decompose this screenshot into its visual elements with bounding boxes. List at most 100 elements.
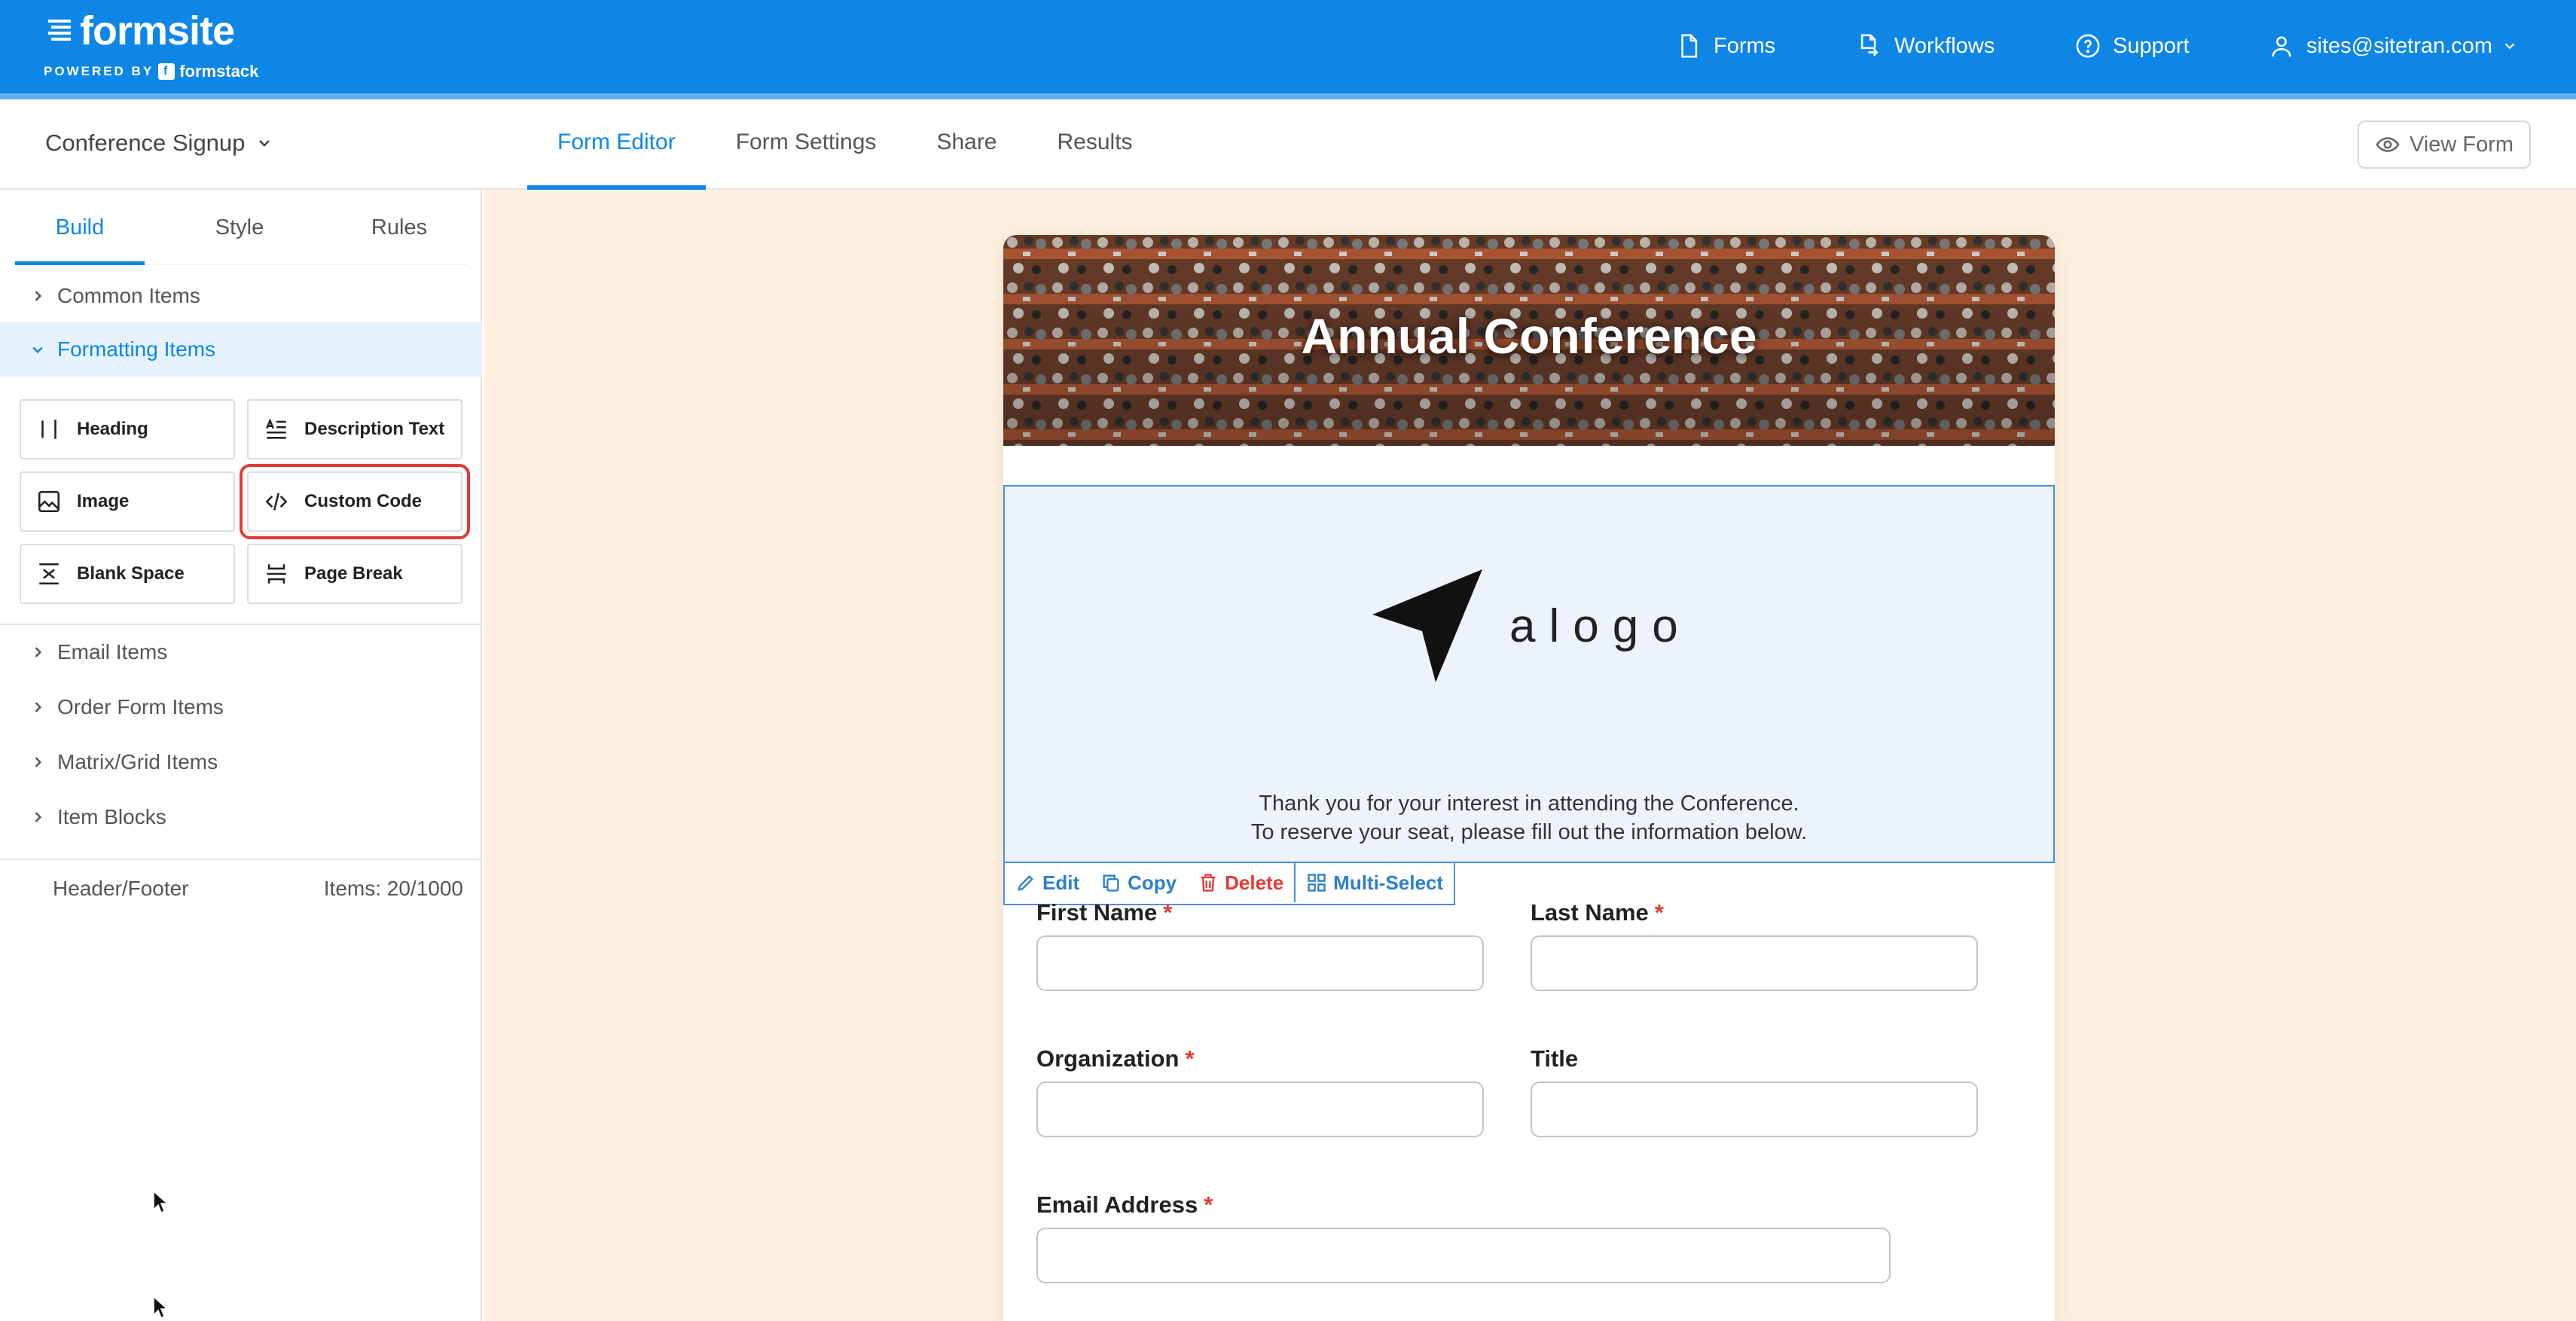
email-input[interactable] [1036,1228,1891,1283]
item-image[interactable]: Image [20,471,235,532]
nav-forms[interactable]: Forms [1676,29,1775,63]
item-label: Custom Code [304,491,422,511]
nav-support-label: Support [2113,33,2190,58]
category-label: Order Form Items [57,695,224,718]
paper-plane-icon [1372,569,1482,682]
intro-description: Thank you for your interest in attending… [1005,789,2053,847]
heading-icon [40,418,56,441]
topbar-accent-strip [0,93,2576,99]
category-label: Formatting Items [57,337,216,361]
code-icon [265,493,288,511]
delete-button[interactable]: Delete [1187,863,1294,902]
user-email: sites@sitetran.com [2306,33,2493,58]
document-icon [1681,34,1698,58]
tab-style[interactable]: Style [175,190,304,265]
user-menu[interactable]: sites@sitetran.com [2269,29,2518,63]
logo-text: alogo [1509,599,1692,652]
item-heading[interactable]: Heading [20,399,235,459]
trash-icon [1201,874,1216,892]
organization-label: Organization * [1036,1045,1195,1072]
item-description-text[interactable]: Description Text [247,399,462,459]
category-email-items[interactable]: Email Items [0,625,482,679]
first-name-label: First Name * [1036,899,1172,926]
item-label: Description Text [304,419,445,439]
chevron-right-icon [35,647,42,657]
category-label: Item Blocks [57,805,166,828]
formstack-name: formstack [179,62,259,81]
page-break-icon [267,564,286,584]
item-blank-space[interactable]: Blank Space [20,544,235,604]
sidebar-divider [0,859,482,860]
title-text: Title [1531,1045,1579,1072]
title-label: Title [1531,1045,1578,1072]
organization-input[interactable] [1036,1082,1484,1137]
nav-support[interactable]: Support [2075,29,2190,63]
header-footer-link[interactable]: Header/Footer [53,877,189,901]
first-name-input[interactable] [1036,935,1484,991]
copy-label: Copy [1128,871,1177,894]
category-common-items[interactable]: Common Items [0,269,482,323]
formsite-logo[interactable]: formsite POWERED BY f formstack [44,11,258,81]
sidebar-tabs: Build Style Rules [15,190,467,265]
delete-label: Delete [1225,871,1284,894]
required-asterisk: * [1163,899,1173,926]
text-align-icon [266,418,286,439]
build-sidebar: Build Style Rules Common Items Formattin… [0,190,482,1321]
powered-by-label: POWERED BY [44,64,154,78]
chevron-down-icon [32,346,43,354]
editor-header: Conference Signup Form Editor Form Setti… [0,99,2576,190]
form-preview: Annual Conference alogo Thank you for yo… [1003,235,2055,1321]
last-name-input[interactable] [1531,935,1978,991]
multi-select-button[interactable]: Multi-Select [1294,863,1454,902]
intro-line-1: Thank you for your interest in attending… [1259,792,1799,816]
company-logo: alogo [1369,568,1692,684]
grid-icon [1308,874,1326,892]
chevron-right-icon [35,702,42,712]
view-form-button[interactable]: View Form [2358,121,2531,169]
tab-form-settings[interactable]: Form Settings [706,99,907,190]
edit-button[interactable]: Edit [1005,863,1090,902]
formsite-lines-icon [48,20,71,41]
tab-form-editor[interactable]: Form Editor [527,99,706,190]
form-selector[interactable]: Conference Signup [45,130,273,157]
category-label: Matrix/Grid Items [57,750,218,773]
chevron-right-icon [35,291,42,301]
title-input[interactable] [1531,1082,1978,1137]
edit-label: Edit [1042,871,1080,894]
copy-icon [1103,874,1119,892]
mouse-cursor-icon [153,1190,169,1214]
editor-tabs: Form Editor Form Settings Share Results [527,99,1163,190]
tab-share[interactable]: Share [906,99,1027,190]
tab-results[interactable]: Results [1027,99,1163,190]
tab-build[interactable]: Build [15,190,145,265]
nav-workflows[interactable]: Workflows [1857,29,1995,63]
first-name-text: First Name [1036,899,1158,926]
top-navigation-bar: formsite POWERED BY f formstack Forms Wo… [0,0,2576,93]
last-name-label: Last Name * [1531,899,1664,926]
category-item-blocks[interactable]: Item Blocks [0,790,482,844]
chevron-down-icon [2504,43,2515,50]
item-page-break[interactable]: Page Break [247,544,462,604]
required-asterisk: * [1654,899,1664,926]
user-icon [2272,36,2291,57]
item-custom-code[interactable]: Custom Code [240,464,470,539]
item-label: Blank Space [77,563,185,584]
chevron-right-icon [35,812,42,822]
banner-title: Annual Conference [1301,308,1757,364]
selected-logo-item[interactable]: alogo Thank you for your interest in att… [1003,485,2055,863]
blank-space-icon [39,563,59,585]
required-asterisk: * [1185,1045,1195,1072]
multi-select-label: Multi-Select [1333,871,1444,894]
required-asterisk: * [1204,1191,1213,1218]
tab-rules[interactable]: Rules [334,190,464,265]
sidebar-footer: Header/Footer Items: 20/1000 [53,877,463,901]
item-label: Heading [77,419,148,439]
copy-button[interactable]: Copy [1090,863,1187,902]
pencil-icon [1018,875,1033,891]
category-order-form-items[interactable]: Order Form Items [0,680,482,734]
image-icon [38,490,60,513]
nav-workflows-label: Workflows [1894,33,1995,58]
category-matrix-grid-items[interactable]: Matrix/Grid Items [0,735,482,789]
intro-line-2: To reserve your seat, please fill out th… [1250,820,1808,844]
category-formatting-items[interactable]: Formatting Items [0,322,482,377]
